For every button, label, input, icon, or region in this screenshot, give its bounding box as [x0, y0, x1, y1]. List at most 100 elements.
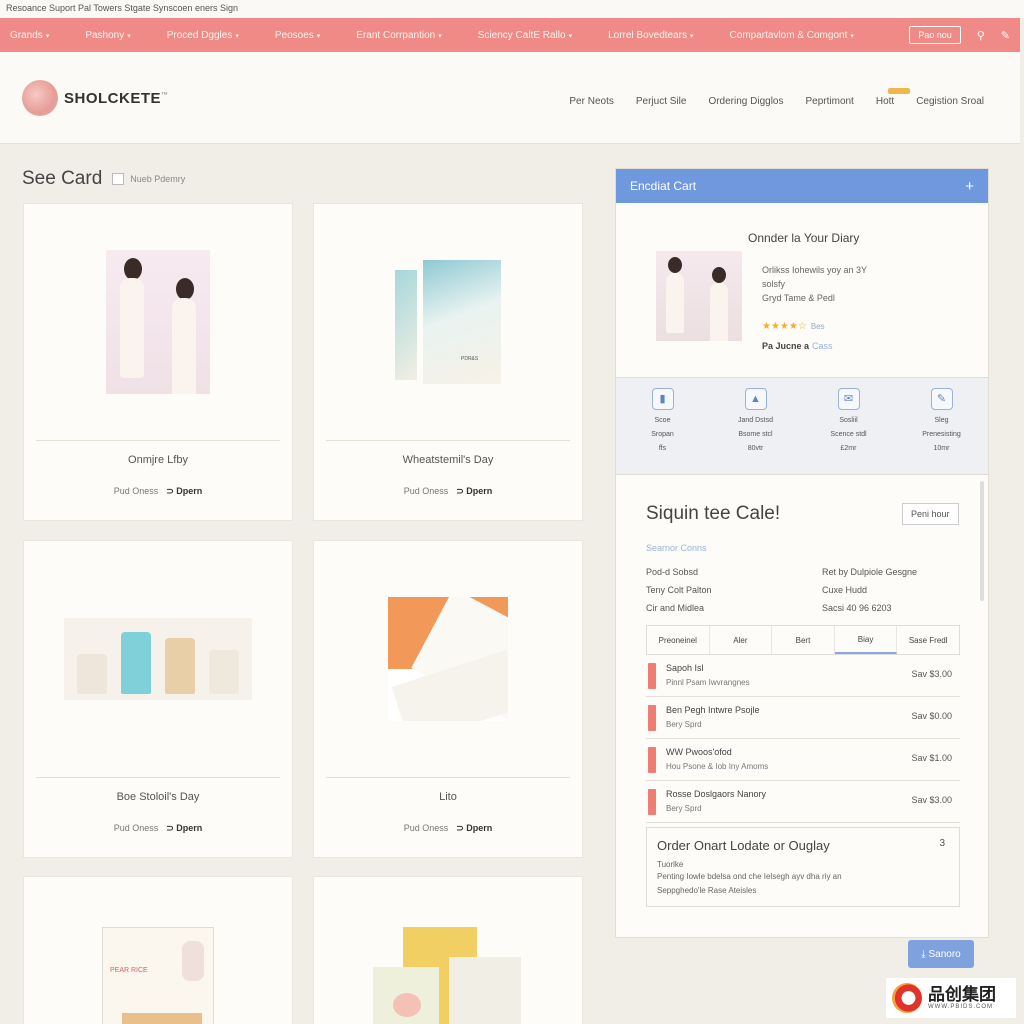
- header-link[interactable]: Perjuct Sile: [636, 96, 687, 107]
- main-nav: Grands ▾ Pashony ▾ Proced Dggles ▾ Peosoes ▾…: [0, 18, 1020, 52]
- logo[interactable]: SHOLCKETE™: [22, 80, 169, 116]
- nav-item[interactable]: Proced Dggles ▾: [167, 30, 239, 41]
- order-thumbnail: [656, 251, 742, 341]
- new-hour-button[interactable]: Peni hour: [902, 503, 959, 525]
- header-link[interactable]: Peprtimont: [805, 96, 853, 107]
- product-image: [314, 541, 582, 777]
- product-image: [24, 204, 292, 440]
- tab[interactable]: Aler: [710, 626, 773, 654]
- card-link[interactable]: ⊃ Dpern: [166, 486, 202, 496]
- header-link[interactable]: Hott: [876, 96, 894, 107]
- product-card[interactable]: Boe Stoloil's Day Pud Oness ⊃ Dpern: [23, 540, 293, 858]
- step-label: Sosliil: [839, 417, 858, 424]
- item-name: WW Pwoos'ofod: [666, 747, 732, 757]
- product-card[interactable]: Onmjre Lfby Pud Oness ⊃ Dpern: [23, 203, 293, 521]
- product-image: PEAR RICE: [24, 877, 292, 1024]
- step-detail: Sropan: [651, 431, 674, 438]
- card-link[interactable]: ⊃ Dpern: [166, 823, 202, 833]
- update-line: Penting Iowle bdelsa ond che Ielsegh ayv…: [657, 872, 842, 881]
- section-subtitle: Nueb Pdemry: [130, 174, 186, 184]
- card-divider: [326, 777, 570, 778]
- update-line: Seppghedo'le Rase Ateisles: [657, 886, 757, 895]
- item-name: Ben Pegh Intwre Psojle: [666, 705, 760, 715]
- step-item[interactable]: ✎ Sleg Prenesisting 10mr: [912, 388, 972, 474]
- category-tabs: Preoneinel Aler Bert Biay Sase Fredl: [646, 625, 960, 655]
- card-footer: Pud Oness ⊃ Dpern: [403, 486, 493, 496]
- item-price: Sav $3.00: [911, 669, 952, 679]
- order-detail: solsfy: [762, 279, 786, 289]
- filter-checkbox[interactable]: [112, 173, 125, 185]
- info-row: Ret by Dulpiole Gesgne: [822, 567, 918, 577]
- nav-button[interactable]: Pao nou: [909, 26, 961, 44]
- step-detail: Scence stdl: [830, 431, 867, 438]
- panel-header: Encdiat Cart +: [616, 169, 988, 203]
- signup-link[interactable]: Searnor Conns: [646, 543, 707, 553]
- list-item[interactable]: Ben Pegh Intwre Psojle Bery Sprd Sav $0.…: [646, 701, 960, 739]
- card-divider: [326, 440, 570, 441]
- watermark-text: 品创集团: [928, 985, 996, 1004]
- watermark-logo: 品创集团 WWW.PBIDS.COM: [886, 978, 1016, 1018]
- product-card[interactable]: PDR&S Wheatstemil's Day Pud Oness ⊃ Dpern: [313, 203, 583, 521]
- sale-tag: [648, 789, 656, 815]
- plus-icon[interactable]: +: [965, 178, 974, 195]
- signup-title: Siquin tee Cale!: [646, 503, 781, 524]
- nav-item[interactable]: Sciency CaltE Rallo ▾: [478, 30, 572, 41]
- card-link[interactable]: ⊃ Dpern: [456, 486, 492, 496]
- order-update-box[interactable]: Order Onart Lodate or Ouglay 3 Tuorlke P…: [646, 827, 960, 907]
- step-item[interactable]: ▲ Jand Dstsd Bsome stcl 80vtr: [726, 388, 786, 474]
- item-price: Sav $0.00: [911, 711, 952, 721]
- item-name: Sapoh Isl: [666, 663, 704, 673]
- header-link[interactable]: Per Neots: [569, 96, 613, 107]
- step-label: Scoe: [654, 417, 671, 424]
- book-title: PEAR RICE: [110, 967, 148, 974]
- order-detail: Gryd Tame & Pedl: [762, 293, 835, 303]
- panel-title: Encdiat Cart: [630, 179, 697, 193]
- card-title: Onmjre Lfby: [128, 454, 188, 466]
- edit-icon[interactable]: ✎: [1001, 29, 1010, 42]
- nav-item[interactable]: Erant Corrpantion ▾: [356, 30, 441, 41]
- section-header: See Card Nueb Pdemry: [22, 168, 185, 190]
- rating-stars: ★★★★☆ Bes: [762, 321, 825, 332]
- list-item[interactable]: Sapoh Isl Pinnl Psam Iwvrangnes Sav $3.0…: [646, 659, 960, 697]
- step-value: ffs: [658, 445, 667, 452]
- step-value: 80vtr: [747, 445, 764, 452]
- tab[interactable]: Sase Fredl: [897, 626, 959, 654]
- tab[interactable]: Bert: [772, 626, 835, 654]
- cosmetics-image: [64, 618, 252, 700]
- step-item[interactable]: ✉ Sosliil Scence stdl £2mr: [819, 388, 879, 474]
- scrollbar[interactable]: [980, 481, 984, 601]
- header-link[interactable]: Ordering Digglos: [708, 96, 783, 107]
- update-line: Tuorlke: [657, 860, 684, 869]
- card-link[interactable]: ⊃ Dpern: [456, 823, 492, 833]
- nav-item[interactable]: Lorrel Bovedtears ▾: [608, 30, 693, 41]
- nav-item[interactable]: Compartavlom & Comgont ▾: [730, 30, 854, 41]
- header-link[interactable]: Cegistion Sroal: [916, 96, 984, 107]
- product-card[interactable]: Lito Pud Oness ⊃ Dpern: [313, 540, 583, 858]
- logo-mark: [22, 80, 58, 116]
- update-count: 3: [939, 838, 945, 849]
- nav-item[interactable]: Pashony ▾: [85, 30, 130, 41]
- list-item[interactable]: Rosse Doslgaors Nanory Bery Sprd Sav $3.…: [646, 785, 960, 823]
- location-icon[interactable]: ⚲: [977, 29, 985, 42]
- order-title: Onnder la Your Diary: [748, 231, 860, 245]
- nav-item[interactable]: Grands ▾: [10, 30, 49, 41]
- product-card[interactable]: PEAR RICE: [23, 876, 293, 1024]
- nav-item[interactable]: Peosoes ▾: [275, 30, 320, 41]
- watermark-url: WWW.PBIDS.COM: [928, 1004, 993, 1010]
- tab[interactable]: Preoneinel: [647, 626, 710, 654]
- card-title: Wheatstemil's Day: [402, 454, 494, 466]
- stationery-image: [388, 597, 508, 721]
- signup-section: Siquin tee Cale! Peni hour Searnor Conns…: [616, 475, 988, 939]
- submit-button[interactable]: ⤓ Sanoro: [908, 940, 974, 968]
- page-title: See Card: [22, 168, 103, 189]
- info-row: Cuxe Hudd: [822, 585, 868, 595]
- card-divider: [36, 777, 280, 778]
- list-item[interactable]: WW Pwoos'ofod Hou Psone & Iob Iny Amoms …: [646, 743, 960, 781]
- tab-active[interactable]: Biay: [834, 626, 898, 654]
- tool-icon: ✎: [930, 388, 953, 410]
- wedding-card-image: PDR&S: [395, 260, 501, 384]
- product-card[interactable]: [313, 876, 583, 1024]
- image-icon: ▲: [744, 388, 767, 410]
- step-label: Sleg: [934, 417, 949, 424]
- step-item[interactable]: ▮ Scoe Sropan ffs: [633, 388, 693, 474]
